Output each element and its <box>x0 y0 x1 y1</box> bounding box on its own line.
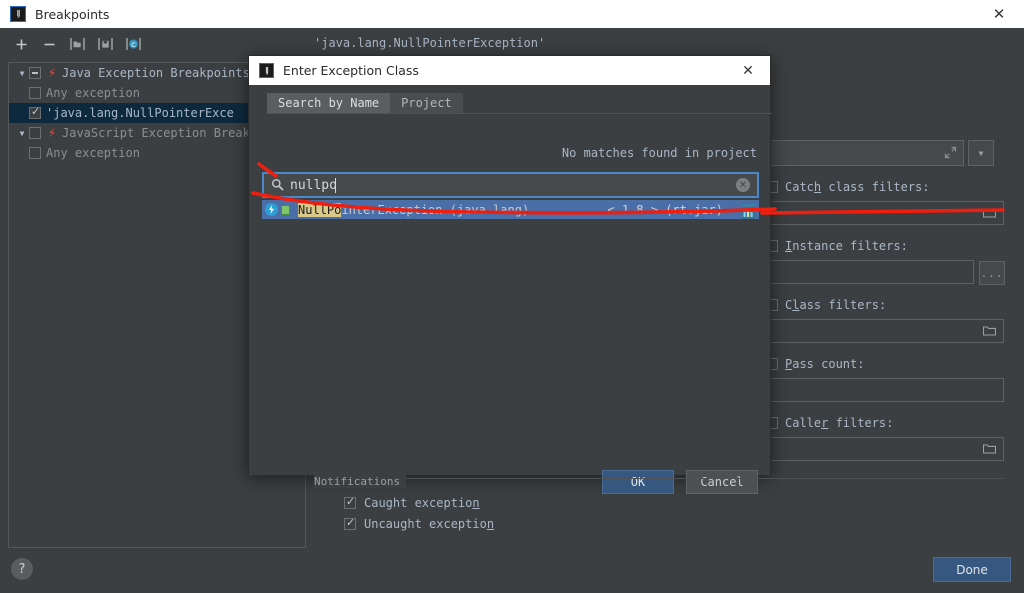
search-input-value: nullpo <box>290 178 337 193</box>
edit-description-button[interactable] <box>93 32 117 56</box>
dialog-ok-button[interactable]: OK <box>602 470 674 494</box>
chevron-down-icon[interactable]: ▼ <box>15 66 29 80</box>
mute-breakpoints-button[interactable]: C <box>121 32 145 56</box>
node-checkbox[interactable] <box>29 147 41 159</box>
tree-node-label: JavaScript Exception Breakp <box>62 126 258 140</box>
plus-icon <box>16 39 26 49</box>
field-class-filters: Class filters: <box>766 296 1016 343</box>
uncaught-exception-row[interactable]: Uncaught exception <box>344 516 1004 531</box>
help-button[interactable]: ? <box>11 558 33 580</box>
lock-icon <box>281 204 290 215</box>
result-version-info: < 1.8 > (rt.jar) <box>607 202 723 217</box>
instance-filters-label: Instance filters: <box>785 239 908 253</box>
catch-class-filters-input[interactable] <box>766 201 1004 225</box>
catch-class-filters-label: Catch class filters: <box>785 180 930 194</box>
close-icon[interactable]: ✕ <box>982 0 1016 28</box>
instance-filters-input[interactable]: ... <box>766 260 1005 285</box>
caller-filters-checkbox-row[interactable]: Caller filters: <box>766 414 1016 432</box>
folder-icon[interactable] <box>982 325 997 339</box>
class-filters-input[interactable] <box>766 319 1004 343</box>
expand-icon[interactable] <box>943 146 957 160</box>
condition-dropdown-button[interactable]: ▼ <box>968 140 994 166</box>
tree-node-label: 'java.lang.NullPointerExce <box>46 106 234 120</box>
tree-node-label: Java Exception Breakpoints <box>62 66 250 80</box>
move-to-group-button[interactable] <box>65 32 89 56</box>
breakpoints-window: IJ Breakpoints ✕ C ▼ ⚡ Java Exception Br… <box>0 0 1024 593</box>
caller-filters-input[interactable] <box>766 437 1004 461</box>
class-icon <box>265 203 278 216</box>
intellij-logo-icon: IJ <box>259 63 274 78</box>
uncaught-exception-checkbox[interactable] <box>344 516 356 530</box>
breakpoint-bolt-icon: ⚡ <box>47 126 57 140</box>
caught-exception-row[interactable]: Caught exception <box>344 495 1004 510</box>
minus-icon <box>44 43 54 45</box>
breakpoint-settings-panel: ▼ Catch class filters: Instance filters:… <box>766 140 1016 461</box>
instance-filters-checkbox-row[interactable]: Instance filters: <box>766 237 1016 255</box>
search-icon <box>271 178 285 192</box>
caught-exception-label: Caught exception <box>364 496 480 510</box>
tab-project[interactable]: Project <box>390 93 463 113</box>
class-filters-label: Class filters: <box>785 298 887 312</box>
search-result-row[interactable]: NullPo interException (java.lang) < 1.8 … <box>262 200 759 219</box>
pass-count-label: Pass count: <box>785 357 865 371</box>
mute-circle-icon: C <box>125 38 141 50</box>
field-instance-filters: Instance filters: ... <box>766 237 1016 285</box>
section-divider <box>314 478 1004 479</box>
svg-text:C: C <box>131 41 136 49</box>
node-checkbox[interactable] <box>29 127 41 139</box>
remove-breakpoint-button[interactable] <box>37 32 61 56</box>
notifications-title: Notifications <box>314 475 407 488</box>
window-title: Breakpoints <box>35 6 110 22</box>
selected-exception-title: 'java.lang.NullPointerException' <box>314 36 546 50</box>
field-caller-filters: Caller filters: <box>766 414 1016 461</box>
edit-note-icon <box>97 38 113 50</box>
folder-group-icon <box>69 38 85 50</box>
enter-exception-class-dialog: IJ Enter Exception Class ✕ Search by Nam… <box>248 55 772 494</box>
field-catch-class-filters: Catch class filters: <box>766 178 1016 225</box>
dialog-body: Search by Name Project No matches found … <box>249 85 772 494</box>
dialog-title: Enter Exception Class <box>283 63 419 78</box>
folder-icon[interactable] <box>982 207 997 221</box>
dialog-cancel-button[interactable]: Cancel <box>686 470 758 494</box>
done-button[interactable]: Done <box>933 557 1011 582</box>
caught-exception-checkbox[interactable] <box>344 495 356 509</box>
node-checkbox[interactable] <box>29 87 41 99</box>
search-status-text: No matches found in project <box>561 146 757 160</box>
dialog-close-icon[interactable]: ✕ <box>734 56 762 85</box>
library-icon <box>742 203 755 219</box>
dialog-titlebar: IJ Enter Exception Class ✕ <box>249 56 770 85</box>
clear-search-icon[interactable]: ✕ <box>736 178 750 192</box>
result-class-name: interException (java.lang) <box>341 202 530 217</box>
node-checkbox[interactable] <box>29 67 41 79</box>
field-pass-count: Pass count: <box>766 355 1016 402</box>
folder-icon[interactable] <box>982 443 997 457</box>
window-titlebar: IJ Breakpoints ✕ <box>0 0 1024 28</box>
dialog-tabs: Search by Name Project <box>267 93 772 114</box>
tree-node-label: Any exception <box>46 146 140 160</box>
result-match-highlight: NullPo <box>298 202 342 217</box>
chevron-down-icon[interactable]: ▼ <box>15 126 29 140</box>
catch-class-filters-checkbox-row[interactable]: Catch class filters: <box>766 178 1016 196</box>
node-checkbox[interactable] <box>29 105 41 119</box>
exception-class-search-input[interactable]: nullpo ✕ <box>262 172 759 198</box>
text-caret <box>335 178 336 193</box>
instance-filters-browse-button[interactable]: ... <box>979 261 1005 285</box>
chevron-down-icon: ▼ <box>978 148 984 158</box>
intellij-logo-icon: IJ <box>10 6 26 22</box>
uncaught-exception-label: Uncaught exception <box>364 517 495 531</box>
class-filters-checkbox-row[interactable]: Class filters: <box>766 296 1016 314</box>
caller-filters-label: Caller filters: <box>785 416 894 430</box>
breakpoint-bolt-icon: ⚡ <box>47 66 57 80</box>
pass-count-checkbox-row[interactable]: Pass count: <box>766 355 1016 373</box>
condition-row: ▼ <box>766 140 1016 166</box>
pass-count-input[interactable] <box>766 378 1004 402</box>
condition-input[interactable] <box>766 140 964 166</box>
add-breakpoint-button[interactable] <box>9 32 33 56</box>
tab-search-by-name[interactable]: Search by Name <box>267 93 391 113</box>
tree-node-label: Any exception <box>46 86 140 100</box>
